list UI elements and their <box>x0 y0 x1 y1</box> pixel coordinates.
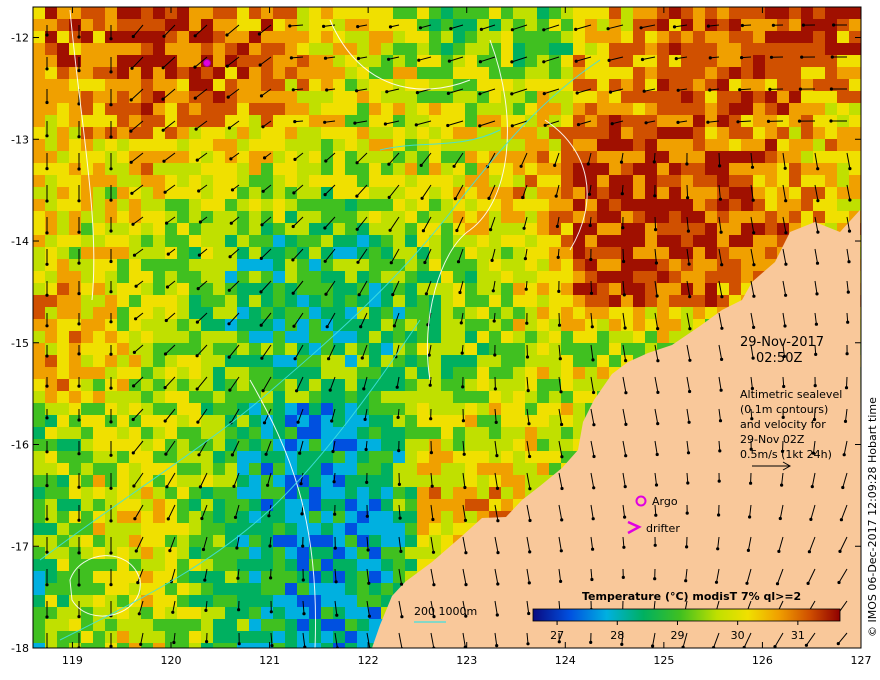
sea-surface-temperature-field <box>33 7 861 648</box>
colorbar-tick-label-3: 30 <box>731 629 745 642</box>
lat-tick-label-3: -15 <box>11 337 29 350</box>
altimetry-line-1: Altimetric sealevel <box>740 388 842 401</box>
lon-tick-label-4: 123 <box>456 654 477 667</box>
altimetry-line-4: 29-Nov 02Z <box>740 433 805 446</box>
lon-tick-label-8: 127 <box>851 654 872 667</box>
altimetry-line-3: and velocity for <box>740 418 826 431</box>
colorbar-title: Temperature (°C) modisT 7% ql>=2 <box>582 590 801 603</box>
lon-tick-label-2: 121 <box>259 654 280 667</box>
lon-tick-label-3: 122 <box>358 654 379 667</box>
lon-tick-label-5: 124 <box>555 654 576 667</box>
lat-tick-label-1: -13 <box>11 133 29 146</box>
credit-label: © IMOS 06-Dec-2017 12:09:28 Hobart time <box>866 397 879 637</box>
colorbar-tick-label-0: 27 <box>550 629 564 642</box>
lon-tick-label-6: 125 <box>653 654 674 667</box>
lat-tick-label-5: -17 <box>11 540 29 553</box>
lat-tick-label-0: -12 <box>11 32 29 45</box>
colorbar-gradient <box>532 608 841 622</box>
lon-tick-label-7: 126 <box>752 654 773 667</box>
lat-tick-label-4: -16 <box>11 439 29 452</box>
colorbar-tick-label-1: 28 <box>610 629 624 642</box>
argo-float-marker <box>203 59 211 67</box>
argo-label: Argo <box>652 495 678 508</box>
date-label: 29-Nov-2017 <box>740 335 824 350</box>
lat-tick-label-6: -18 <box>11 642 29 655</box>
altimetry-line-5: 0.5m/s (1kt 24h) <box>740 448 832 461</box>
colorbar-tick-label-4: 31 <box>791 629 805 642</box>
lon-tick-label-0: 119 <box>62 654 83 667</box>
lon-tick-label-1: 120 <box>161 654 182 667</box>
bathymetry-label: 200 1000m <box>414 605 477 618</box>
time-label: 02:50Z <box>756 351 802 366</box>
lat-tick-label-2: -14 <box>11 235 29 248</box>
altimetry-line-2: (0.1m contours) <box>740 403 828 416</box>
ocean-temperature-map: 119 120 121 122 123 124 125 126 127 -12 -13 -14 -15 -… <box>11 6 879 667</box>
colorbar-tick-label-2: 29 <box>670 629 684 642</box>
drifter-label: drifter <box>646 522 680 535</box>
